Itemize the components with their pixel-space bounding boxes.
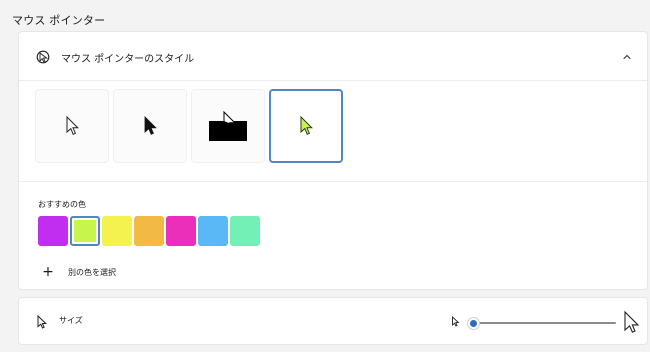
pointer-style-black-option[interactable] [113,89,187,163]
mouse-pointer-settings-page: マウス ポインター マウス ポインターのスタイル おすすめの色 + 別の色を選択… [0,0,650,352]
color-swatch[interactable] [102,216,132,246]
color-swatch[interactable] [70,216,100,246]
color-swatch[interactable] [166,216,196,246]
pointer-size-panel: サイズ [18,297,648,345]
page-title: マウス ポインター [12,14,106,27]
color-swatch[interactable] [134,216,164,246]
chevron-up-icon[interactable] [621,51,633,63]
inverted-pointer-icon [209,111,247,141]
pointer-style-panel: マウス ポインターのスタイル おすすめの色 + 別の色を選択 [18,31,648,290]
pointer-style-header[interactable]: マウス ポインターのスタイル [19,32,647,81]
pointer-style-inverted-option[interactable] [191,89,265,163]
custom-color-pointer-icon [300,116,313,135]
pointer-size-icon [37,315,48,329]
color-swatch[interactable] [38,216,68,246]
slider-thumb[interactable] [468,318,479,329]
pointer-style-custom-option[interactable] [269,89,343,163]
black-pointer-icon [144,116,157,135]
pointer-style-icon [36,50,50,64]
slider-track [468,322,616,324]
choose-another-color-label: 別の色を選択 [68,268,116,277]
pointer-size-slider[interactable] [468,315,616,331]
recommended-colors-section: おすすめの色 + 別の色を選択 [19,182,647,289]
small-pointer-icon [452,316,460,327]
pointer-style-label: マウス ポインターのスタイル [61,54,195,65]
plus-icon: + [42,264,54,280]
pointer-style-options [19,81,647,182]
recommended-colors-label: おすすめの色 [38,200,86,209]
pointer-size-label: サイズ [59,316,83,325]
pointer-style-white-option[interactable] [35,89,109,163]
white-pointer-icon [66,116,79,135]
large-pointer-icon [624,310,640,333]
color-swatch[interactable] [198,216,228,246]
color-swatch[interactable] [230,216,260,246]
